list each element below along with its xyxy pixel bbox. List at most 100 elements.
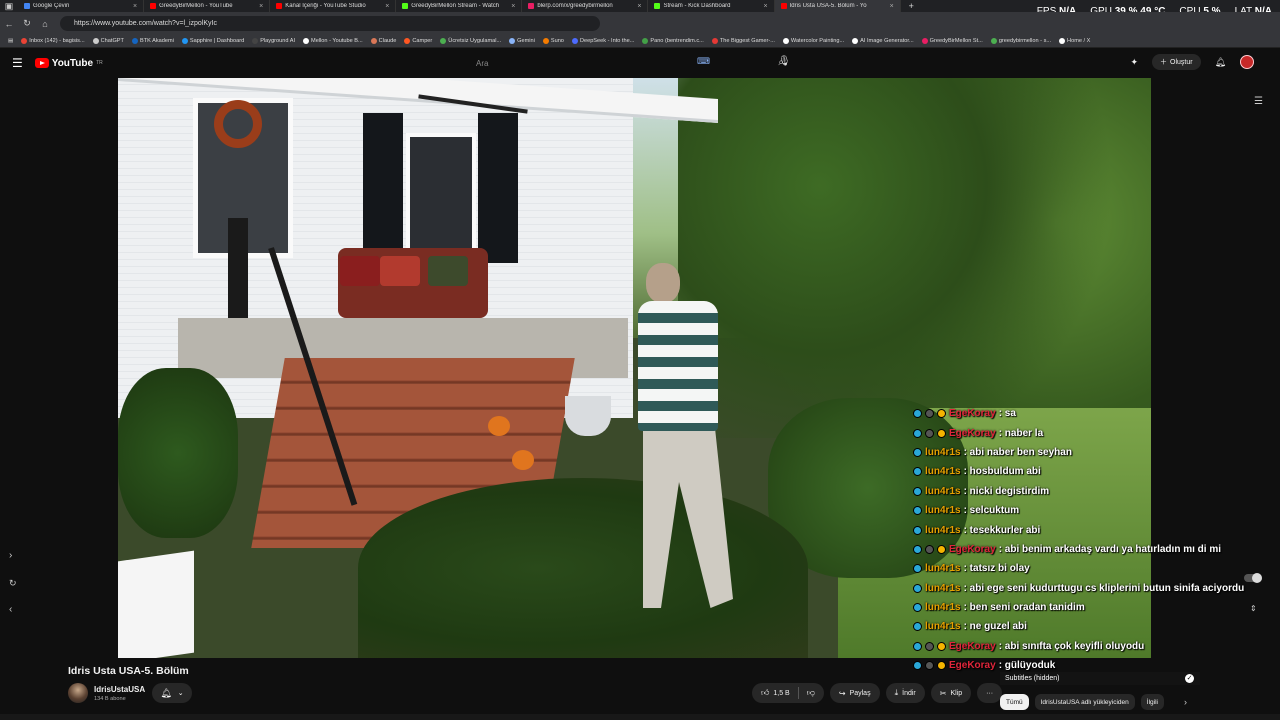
hamburger-menu-icon[interactable]: ☰ — [12, 56, 23, 70]
youtube-logo[interactable]: YouTube TR — [34, 58, 103, 69]
platform-badge-icon — [913, 564, 922, 574]
refresh-icon[interactable]: ↻ — [9, 578, 17, 589]
bookmark-label: Suno — [550, 38, 564, 44]
more-actions-button[interactable]: ··· — [977, 683, 1003, 703]
home-icon[interactable]: ⌂ — [36, 19, 54, 29]
channel-avatar[interactable] — [68, 683, 88, 703]
bookmark-item[interactable]: Inbox (142) - bagisis... — [17, 38, 88, 44]
bookmark-item[interactable]: ChatGPT — [89, 38, 128, 44]
search-input[interactable]: Ara ⌨ ⌕ — [466, 55, 784, 71]
bookmark-item[interactable]: Playground AI — [248, 38, 299, 44]
bookmark-item[interactable]: Sapphire | Dashboard — [178, 38, 248, 44]
chat-username[interactable]: lun4r1s — [925, 447, 961, 458]
share-button[interactable]: ↪ Paylaş — [829, 683, 880, 703]
bookmark-item[interactable]: Home / X — [1055, 38, 1094, 44]
cast-icon[interactable]: ✦ — [1130, 57, 1138, 68]
bookmark-item[interactable]: AI Image Generator... — [848, 38, 917, 44]
chat-username[interactable]: EgeKoray — [949, 641, 996, 652]
new-tab-button[interactable]: + — [909, 1, 914, 11]
download-button[interactable]: ⤓ İndir — [885, 683, 925, 703]
bookmark-label: The Biggest Gamer-... — [719, 38, 775, 44]
filter-chip[interactable]: IdrisUstaUSA adlı yükleyiciden — [1034, 694, 1135, 710]
chat-username[interactable]: lun4r1s — [925, 525, 961, 536]
bookmark-item[interactable]: Ücretsiz Uygulamal... — [436, 38, 505, 44]
close-icon[interactable]: × — [385, 3, 389, 10]
chat-username[interactable]: EgeKoray — [949, 660, 996, 671]
thumbs-up-icon[interactable]: 👍︎ — [761, 688, 769, 698]
clip-button[interactable]: ✂ Klip — [930, 683, 972, 703]
recommendation-chips: Tümü IdrisUstaUSA adlı yükleyiciden İlgili — [1000, 694, 1164, 710]
subtitles-status[interactable]: Subtitles (hidden) ✓ — [1000, 672, 1200, 685]
close-icon[interactable]: × — [890, 3, 894, 10]
chat-username[interactable]: lun4r1s — [925, 466, 961, 477]
chat-message: EgeKoray: naber la — [913, 423, 1273, 442]
browser-tab[interactable]: Kanal İçeriği - YouTube Studio × — [270, 0, 397, 12]
bookmark-item[interactable]: Pano (bentrendim.c... — [638, 38, 707, 44]
chat-username[interactable]: lun4r1s — [925, 563, 961, 574]
chat-menu-icon[interactable]: ☰ — [1254, 96, 1263, 107]
bookmark-item[interactable]: Gemini — [505, 38, 539, 44]
browser-tab[interactable]: Stream - Kick Dashboard × — [648, 0, 775, 12]
close-icon[interactable]: × — [133, 3, 137, 10]
bookmark-item[interactable]: BTK Akademi — [128, 38, 178, 44]
thumbs-down-icon[interactable]: 👎︎ — [807, 688, 815, 698]
close-icon[interactable]: × — [637, 3, 641, 10]
bookmark-label: Home / X — [1067, 38, 1091, 44]
chat-username[interactable]: EgeKoray — [949, 408, 996, 419]
chat-message: lun4r1s: ne guzel abi — [913, 617, 1273, 636]
bookmark-icon — [440, 38, 447, 44]
notifications-bell-icon[interactable]: 🔔︎ — [1215, 57, 1226, 68]
reload-icon[interactable]: ↻ — [18, 18, 36, 29]
bookmark-item[interactable]: Claude — [367, 38, 401, 44]
chevron-right-icon[interactable]: › — [1184, 697, 1187, 707]
close-icon[interactable]: × — [259, 3, 263, 10]
browser-tab[interactable]: GreedyBirMellon Stream - Watch × — [396, 0, 523, 12]
tab-label: Google Çeviri — [33, 3, 70, 9]
apps-icon[interactable]: ▤ — [4, 38, 17, 44]
bookmark-item[interactable]: DeepSeek - Into the... — [568, 38, 638, 44]
close-icon[interactable]: × — [763, 3, 767, 10]
browser-tab[interactable]: Idris Usta USA-5. Bölüm - Yo × — [774, 0, 901, 12]
chat-username[interactable]: lun4r1s — [925, 486, 961, 497]
like-count[interactable]: 1,5 B — [773, 690, 789, 697]
autoplay-toggle[interactable] — [1244, 573, 1262, 583]
chat-username[interactable]: lun4r1s — [925, 602, 961, 613]
chat-username[interactable]: lun4r1s — [925, 583, 961, 594]
keyboard-icon[interactable]: ⌨ — [697, 56, 710, 67]
tab-search-icon[interactable]: ▣ — [0, 1, 18, 12]
video-scene-trees — [678, 78, 1151, 438]
platform-badge-icon — [913, 641, 922, 651]
microphone-icon[interactable]: 🎙︎ — [778, 56, 791, 67]
browser-tab[interactable]: blerp.com/x/greedybirmellon × — [522, 0, 649, 12]
browser-tab[interactable]: GreedyBirMellon - YouTube × — [144, 0, 271, 12]
bookmark-item[interactable]: Mellon - Youtube B... — [299, 38, 367, 44]
bookmark-item[interactable]: GreedyBirMellon St... — [918, 38, 987, 44]
filter-chip[interactable]: Tümü — [1000, 694, 1029, 710]
create-button[interactable]: ＋ Oluştur — [1152, 54, 1201, 70]
scroll-arrows-icon[interactable]: ⇕ — [1250, 604, 1257, 613]
subscription-bell-button[interactable]: 🔔︎ ⌄ — [152, 683, 192, 703]
bookmark-item[interactable]: The Biggest Gamer-... — [708, 38, 779, 44]
collapse-left-icon[interactable]: ‹ — [9, 604, 12, 615]
bookmark-icon — [542, 38, 549, 44]
bookmark-item[interactable]: Camper — [400, 38, 436, 44]
chat-message: lun4r1s: selcuktum — [913, 501, 1273, 520]
chat-username[interactable]: EgeKoray — [949, 544, 996, 555]
close-icon[interactable]: × — [511, 3, 515, 10]
filter-chip[interactable]: İlgili — [1140, 694, 1164, 710]
browser-tab[interactable]: Google Çeviri × — [18, 0, 145, 12]
chat-username[interactable]: lun4r1s — [925, 505, 961, 516]
expand-right-icon[interactable]: › — [9, 550, 12, 561]
bookmark-item[interactable]: Watercolor Painting... — [779, 38, 848, 44]
account-avatar[interactable] — [1240, 55, 1254, 69]
url-field[interactable]: https://www.youtube.com/watch?v=l_izpolK… — [60, 16, 600, 31]
chat-username[interactable]: lun4r1s — [925, 621, 961, 632]
chat-text: : abi benim arkadaş vardı ya hatırladın … — [998, 543, 1221, 555]
bookmark-item[interactable]: greedybirmellon - s... — [987, 38, 1055, 44]
back-icon[interactable]: ← — [0, 19, 18, 29]
chat-username[interactable]: EgeKoray — [949, 428, 996, 439]
chat-text: : tesekkurler abi — [963, 524, 1041, 536]
bookmark-item[interactable]: Suno — [539, 38, 568, 44]
moderator-badge-icon — [925, 661, 934, 671]
channel-name[interactable]: IdrisUstaUSA — [94, 685, 145, 694]
